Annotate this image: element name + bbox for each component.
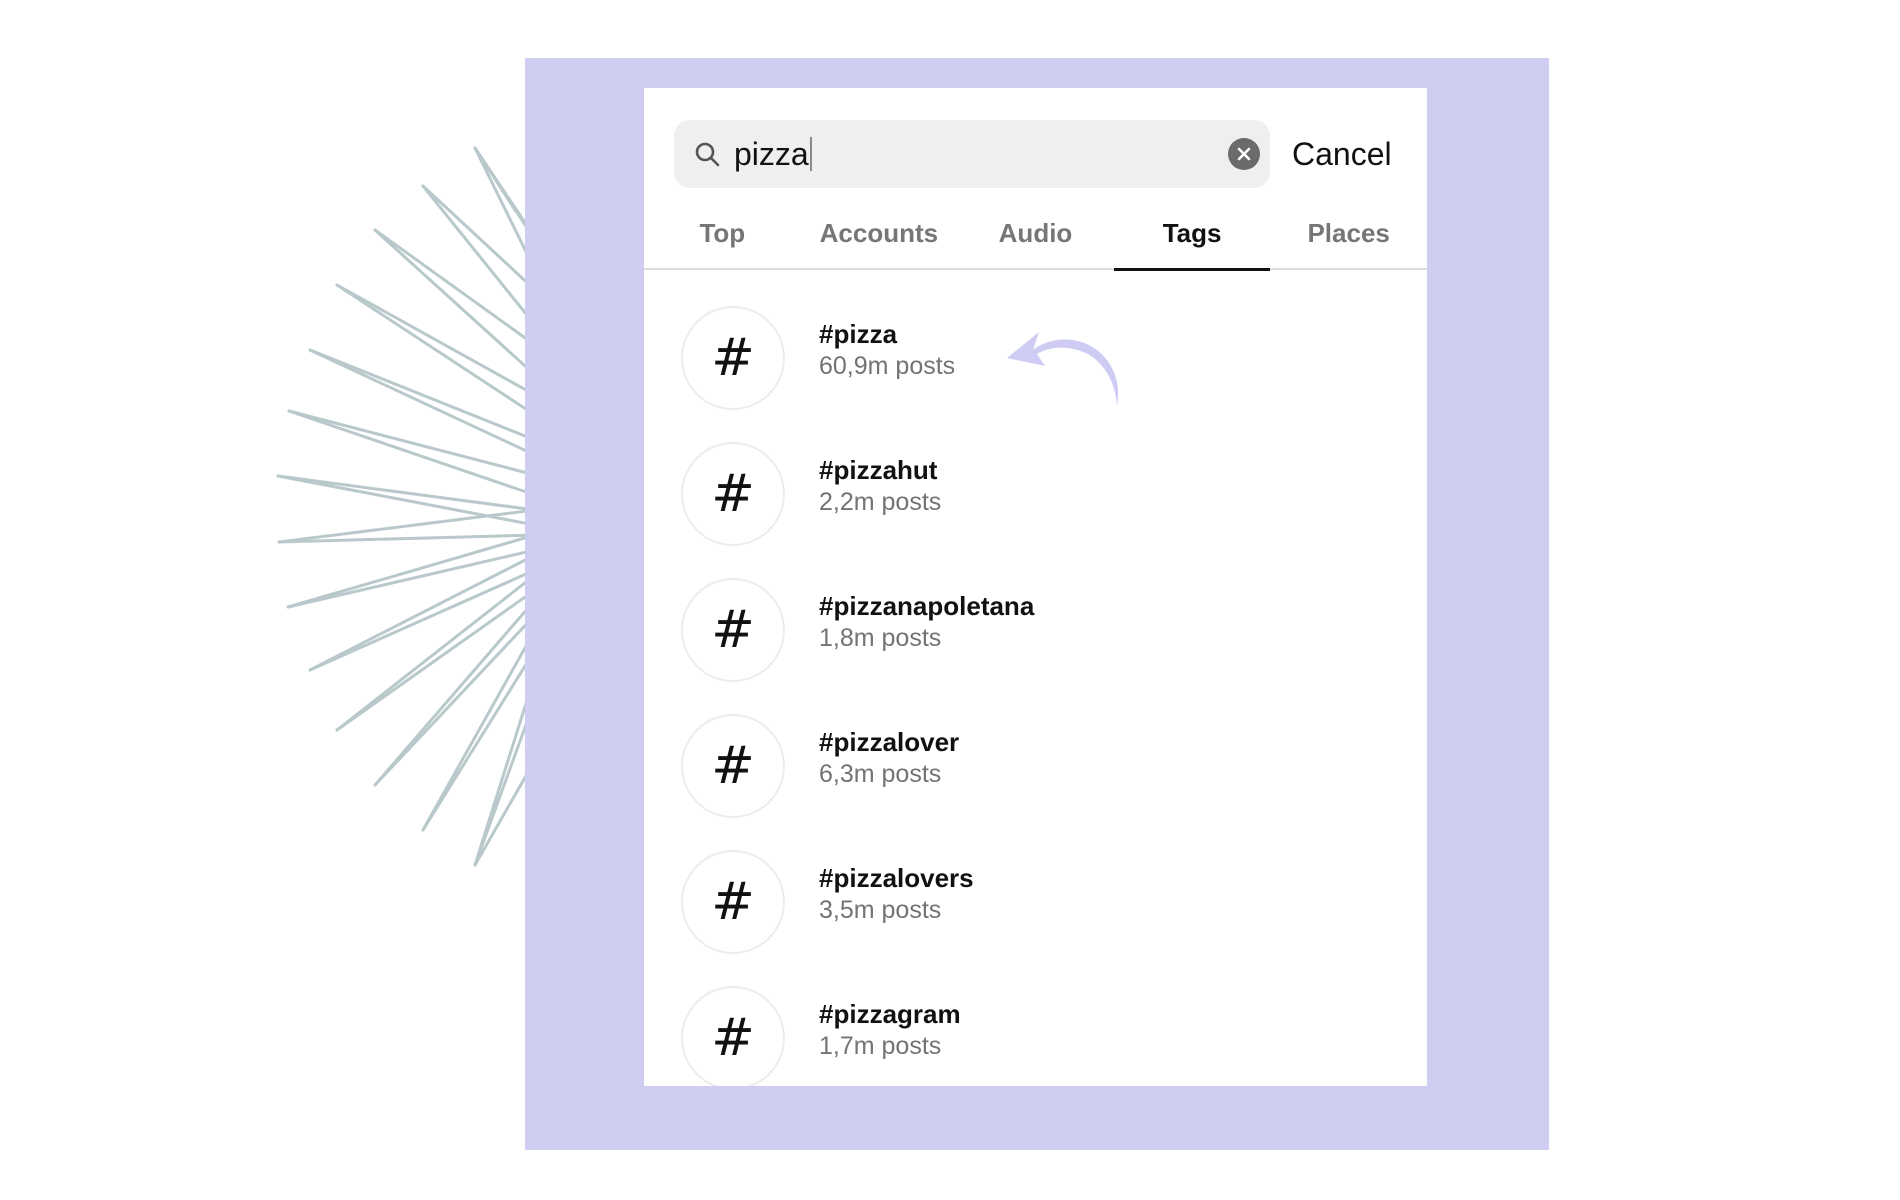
hashtag-icon: # xyxy=(681,578,785,682)
tag-text: #pizzalover 6,3m posts xyxy=(819,726,959,790)
search-query-value: pizza xyxy=(734,136,809,172)
tag-name: #pizzagram xyxy=(819,999,961,1029)
tag-results-list: # #pizza 60,9m posts # #pizzahut 2,2m po… xyxy=(644,294,1427,1086)
tag-result-row[interactable]: # #pizzalover 6,3m posts xyxy=(644,702,1427,838)
tab-top[interactable]: Top xyxy=(644,208,801,268)
tab-audio[interactable]: Audio xyxy=(957,208,1114,268)
stage: pizza Cancel Top Accounts Audio Tags Pla… xyxy=(0,0,1900,1200)
curved-arrow-icon xyxy=(1007,332,1119,406)
hashtag-icon: # xyxy=(681,850,785,954)
tag-name: #pizza xyxy=(819,319,898,349)
tag-text: #pizzalovers 3,5m posts xyxy=(819,862,974,926)
tab-tags[interactable]: Tags xyxy=(1113,208,1271,271)
search-row: pizza Cancel xyxy=(674,120,1397,188)
hashtag-icon: # xyxy=(681,442,785,546)
tag-post-count: 2,2m posts xyxy=(819,488,942,516)
cancel-button[interactable]: Cancel xyxy=(1292,136,1392,173)
tag-text: #pizzagram 1,7m posts xyxy=(819,998,961,1062)
tag-name: #pizzalovers xyxy=(819,863,974,893)
tab-places[interactable]: Places xyxy=(1270,208,1427,268)
tag-name: #pizzalover xyxy=(819,727,960,757)
hashtag-icon: # xyxy=(681,986,785,1086)
tag-post-count: 6,3m posts xyxy=(819,760,942,788)
tag-post-count: 1,7m posts xyxy=(819,1032,942,1060)
decorative-burst xyxy=(276,146,537,867)
tag-result-row[interactable]: # #pizzalovers 3,5m posts xyxy=(644,838,1427,974)
text-caret xyxy=(809,137,812,171)
tag-text: #pizzanapoletana 1,8m posts xyxy=(819,590,1034,654)
tag-name: #pizzanapoletana xyxy=(819,591,1035,621)
tag-text: #pizza 60,9m posts xyxy=(819,318,955,382)
search-icon xyxy=(692,139,722,169)
tag-post-count: 3,5m posts xyxy=(819,896,942,924)
tag-result-row[interactable]: # #pizzagram 1,7m posts xyxy=(644,974,1427,1086)
tag-post-count: 60,9m posts xyxy=(819,352,956,380)
tag-result-row[interactable]: # #pizzahut 2,2m posts xyxy=(644,430,1427,566)
search-query-text: pizza xyxy=(734,120,812,188)
tag-post-count: 1,8m posts xyxy=(819,624,942,652)
search-input[interactable]: pizza xyxy=(674,120,1270,188)
clear-search-icon[interactable] xyxy=(1228,138,1260,170)
tag-text: #pizzahut 2,2m posts xyxy=(819,454,941,518)
hashtag-icon: # xyxy=(681,714,785,818)
search-tabs: Top Accounts Audio Tags Places xyxy=(644,208,1427,271)
search-screen: pizza Cancel Top Accounts Audio Tags Pla… xyxy=(644,88,1427,1086)
hashtag-icon: # xyxy=(681,306,785,410)
tab-accounts[interactable]: Accounts xyxy=(801,208,958,268)
tag-name: #pizzahut xyxy=(819,455,938,485)
tag-result-row[interactable]: # #pizzanapoletana 1,8m posts xyxy=(644,566,1427,702)
